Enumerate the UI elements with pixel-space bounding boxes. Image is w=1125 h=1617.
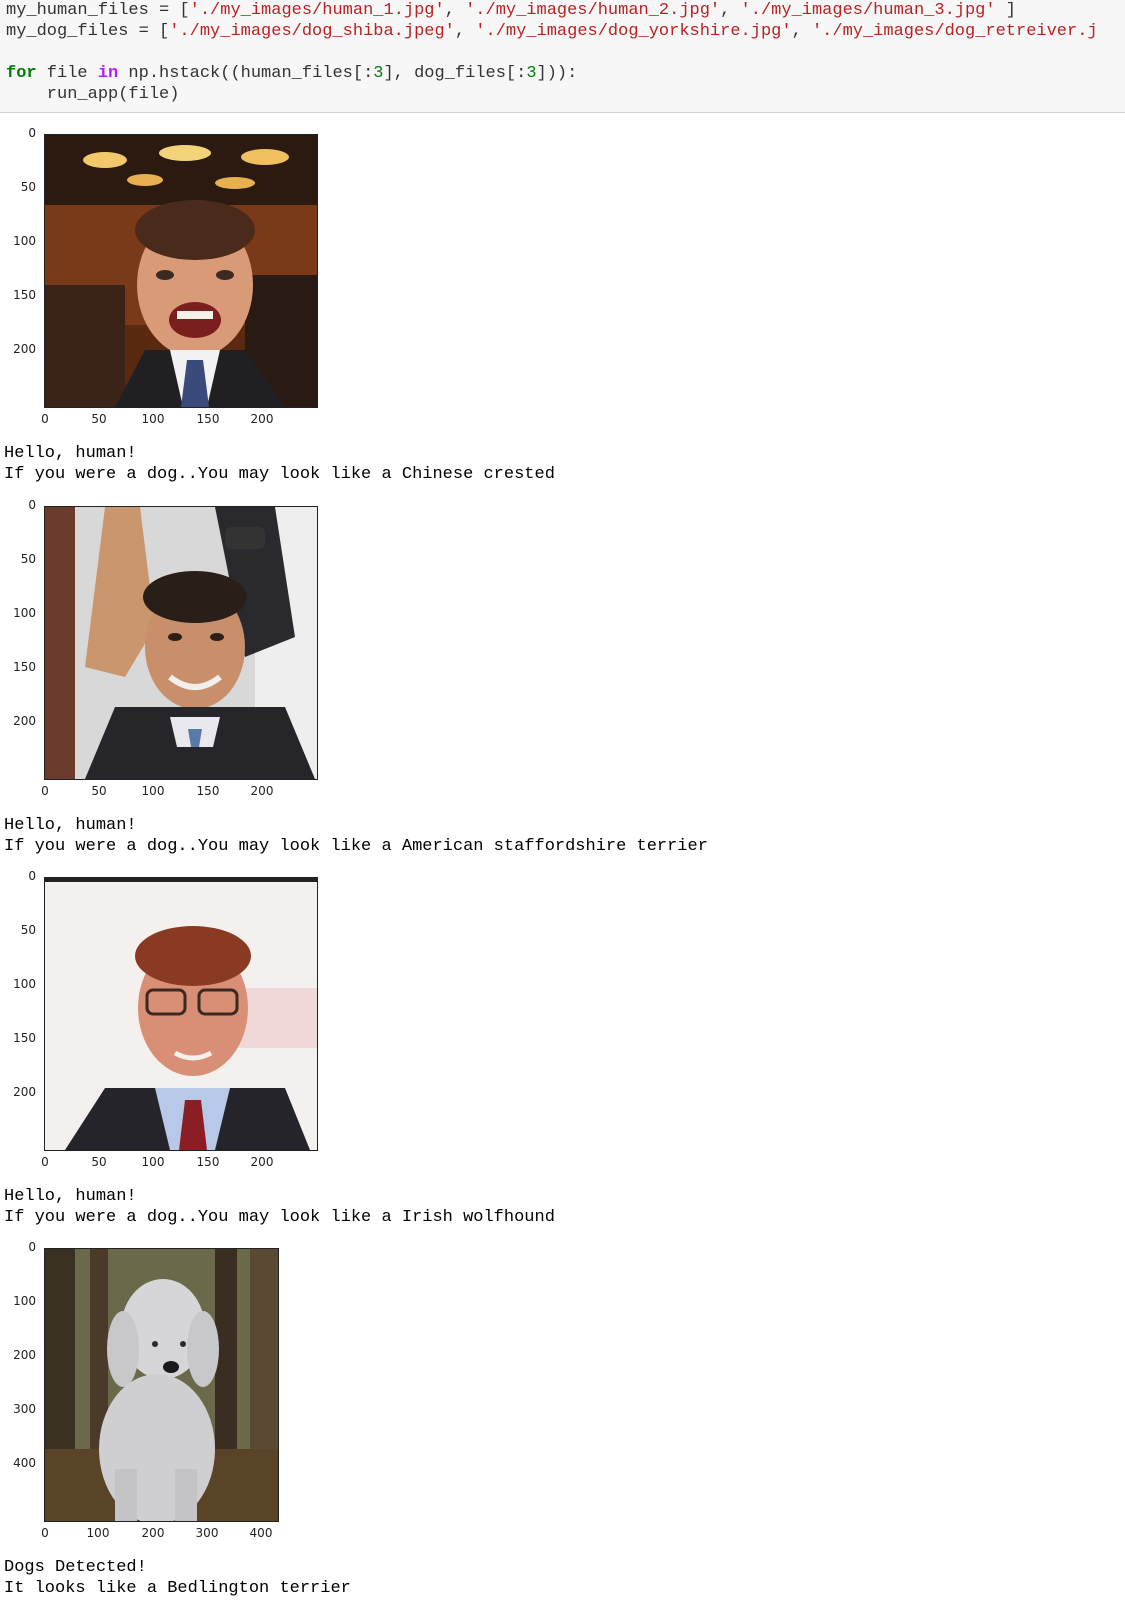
y-tick-label: 50 [20,923,36,937]
code-number: 3 [373,64,384,83]
code-token: my_human_files [6,1,149,20]
code-token: , [720,1,741,20]
x-tick-label: 100 [141,412,165,426]
y-tick-label: 300 [13,1402,36,1416]
output-figure-2: 0 50 100 150 200 0 50 100 150 200 [0,492,330,802]
output-text-line: Hello, human! [4,444,137,463]
code-string: './my_images/dog_shiba.jpeg' [169,22,455,41]
x-tick-label: 400 [249,1526,273,1540]
y-tick-label: 100 [13,606,36,620]
x-tick-label: 50 [91,412,107,426]
code-token: my_dog_files [6,22,129,41]
code-string: './my_images/dog_retreiver.j [811,22,1098,41]
x-tick-label: 300 [195,1526,219,1540]
x-tick-label: 200 [250,1155,274,1169]
y-tick-label: 50 [20,180,36,194]
code-line-1: my_human_files = ['./my_images/human_1.j… [6,0,1016,21]
code-string: './my_images/human_2.jpg' [465,1,721,20]
code-line-4: run_app(file) [6,85,180,104]
output-figure-1: 0 50 100 150 200 0 50 100 150 200 [0,120,330,430]
image-plot [44,506,318,780]
x-tick-label: 150 [196,1155,220,1169]
y-tick-label: 0 [28,498,36,512]
y-tick-label: 0 [28,126,36,140]
code-token: ], dog_files[: [383,64,527,83]
output-figure-4: 0 100 200 300 400 0 100 200 300 400 [0,1234,330,1544]
y-tick-label: 400 [13,1456,36,1470]
x-tick-label: 100 [141,784,165,798]
image-plot [44,1248,279,1522]
output-text-line: It looks like a Bedlington terrier [4,1579,351,1598]
output-text-line: If you were a dog..You may look like a A… [4,837,708,856]
code-token: ])): [536,64,578,83]
y-tick-label: 150 [13,1031,36,1045]
x-tick-label: 150 [196,412,220,426]
code-token: = [ [148,1,190,20]
x-tick-label: 150 [196,784,220,798]
code-token: file [36,64,98,83]
y-tick-label: 200 [13,1085,36,1099]
code-cell[interactable]: my_human_files = ['./my_images/human_1.j… [0,0,1125,113]
y-tick-label: 150 [13,660,36,674]
y-tick-label: 50 [20,552,36,566]
code-keyword: in [97,64,119,83]
x-tick-label: 0 [41,412,49,426]
x-tick-label: 0 [41,1155,49,1169]
y-tick-label: 100 [13,977,36,991]
code-token: np.hstack((human_files[: [118,64,374,83]
code-string: './my_images/human_3.jpg' [740,1,996,20]
output-text-line: Hello, human! [4,816,137,835]
y-tick-label: 150 [13,288,36,302]
x-tick-label: 0 [41,1526,49,1540]
image-plot [44,134,318,408]
dog-photo [45,1249,278,1521]
code-token: , [791,22,812,41]
code-number: 3 [526,64,537,83]
x-tick-label: 100 [86,1526,110,1540]
output-text-line: Hello, human! [4,1187,137,1206]
x-tick-label: 200 [141,1526,165,1540]
x-tick-label: 200 [250,784,274,798]
code-keyword: for [6,64,37,83]
x-tick-label: 0 [41,784,49,798]
output-figure-3: 0 50 100 150 200 0 50 100 150 200 [0,863,330,1173]
code-token: , [454,22,476,41]
y-tick-label: 0 [28,869,36,883]
x-tick-label: 50 [91,1155,107,1169]
human-photo-2 [45,507,317,779]
y-tick-label: 200 [13,1348,36,1362]
x-tick-label: 50 [91,784,107,798]
output-text-line: If you were a dog..You may look like a C… [4,465,555,484]
code-token: , [444,1,466,20]
x-tick-label: 200 [250,412,274,426]
code-string: './my_images/dog_yorkshire.jpg' [475,22,792,41]
y-tick-label: 100 [13,1294,36,1308]
y-tick-label: 200 [13,342,36,356]
image-plot [44,877,318,1151]
code-line-3: for file in np.hstack((human_files[:3], … [6,63,577,84]
y-tick-label: 200 [13,714,36,728]
output-text-line: Dogs Detected! [4,1558,147,1577]
code-line-2: my_dog_files = ['./my_images/dog_shiba.j… [6,21,1098,42]
code-token: = [ [128,22,170,41]
code-token: ] [995,1,1016,20]
human-photo-1 [45,135,317,407]
code-string: './my_images/human_1.jpg' [189,1,445,20]
y-tick-label: 100 [13,234,36,248]
human-photo-3 [45,878,317,1150]
y-tick-label: 0 [28,1240,36,1254]
x-tick-label: 100 [141,1155,165,1169]
output-text-line: If you were a dog..You may look like a I… [4,1208,555,1227]
